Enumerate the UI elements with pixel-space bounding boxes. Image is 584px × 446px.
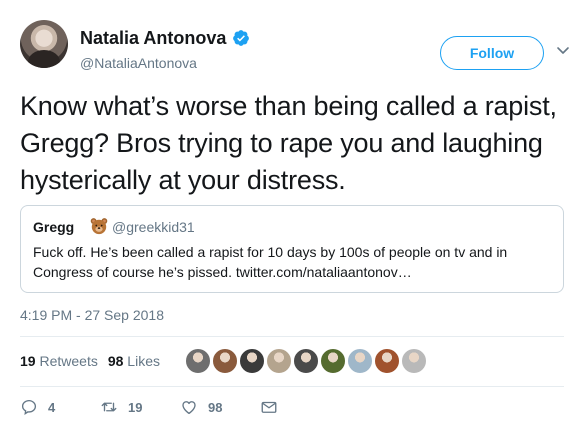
verified-badge-icon [233,30,249,46]
quoted-tweet[interactable]: Gregg @greekkid31 Fuck off. He’s been ca… [20,205,564,293]
divider [20,386,564,387]
bear-face-icon [90,218,108,235]
like-count: 98 [208,399,223,415]
retweets-count: 19 [20,353,36,369]
liker-avatar[interactable] [239,348,265,374]
tweet-timestamp[interactable]: 4:19 PM - 27 Sep 2018 [20,306,164,324]
likes-label: Likes [127,353,160,369]
liker-avatar[interactable] [320,348,346,374]
heart-icon [182,401,196,415]
engagement-stats: 19 Retweets 98 Likes [20,352,160,370]
follow-button[interactable]: Follow [440,36,544,70]
tweet-text: Know what’s worse than being called a ra… [20,91,557,195]
retweets-stat[interactable]: 19 Retweets [20,353,98,369]
liker-avatar[interactable] [212,348,238,374]
liker-avatar[interactable] [266,348,292,374]
liker-avatar[interactable] [401,348,427,374]
quoted-display-name: Gregg [33,219,75,235]
likes-stat[interactable]: 98 Likes [108,353,160,369]
display-name[interactable]: Natalia Antonova [80,27,226,49]
like-button[interactable]: 98 [180,398,222,416]
chevron-down-icon[interactable] [556,46,570,56]
reply-count: 4 [48,399,56,415]
direct-message-button[interactable] [260,398,288,416]
reply-button[interactable]: 4 [20,398,55,416]
quoted-handle: @greekkid31 [112,219,195,235]
divider [20,336,564,337]
liker-avatar[interactable] [347,348,373,374]
user-handle[interactable]: @NataliaAntonova [80,54,197,72]
avatar[interactable] [20,20,68,68]
tweet-actions: 4 19 98 [20,398,320,420]
liker-avatars [185,348,428,376]
quoted-text: Fuck off. He’s been called a rapist for … [33,244,508,280]
liker-avatar[interactable] [374,348,400,374]
retweet-count: 19 [128,399,143,415]
likes-count: 98 [107,353,124,369]
retweet-icon [101,402,117,412]
reply-icon [21,399,37,415]
retweets-label: Retweets [39,353,98,369]
liker-avatar[interactable] [185,348,211,374]
envelope-icon [261,401,277,413]
liker-avatar[interactable] [293,348,319,374]
retweet-button[interactable]: 19 [100,398,142,416]
